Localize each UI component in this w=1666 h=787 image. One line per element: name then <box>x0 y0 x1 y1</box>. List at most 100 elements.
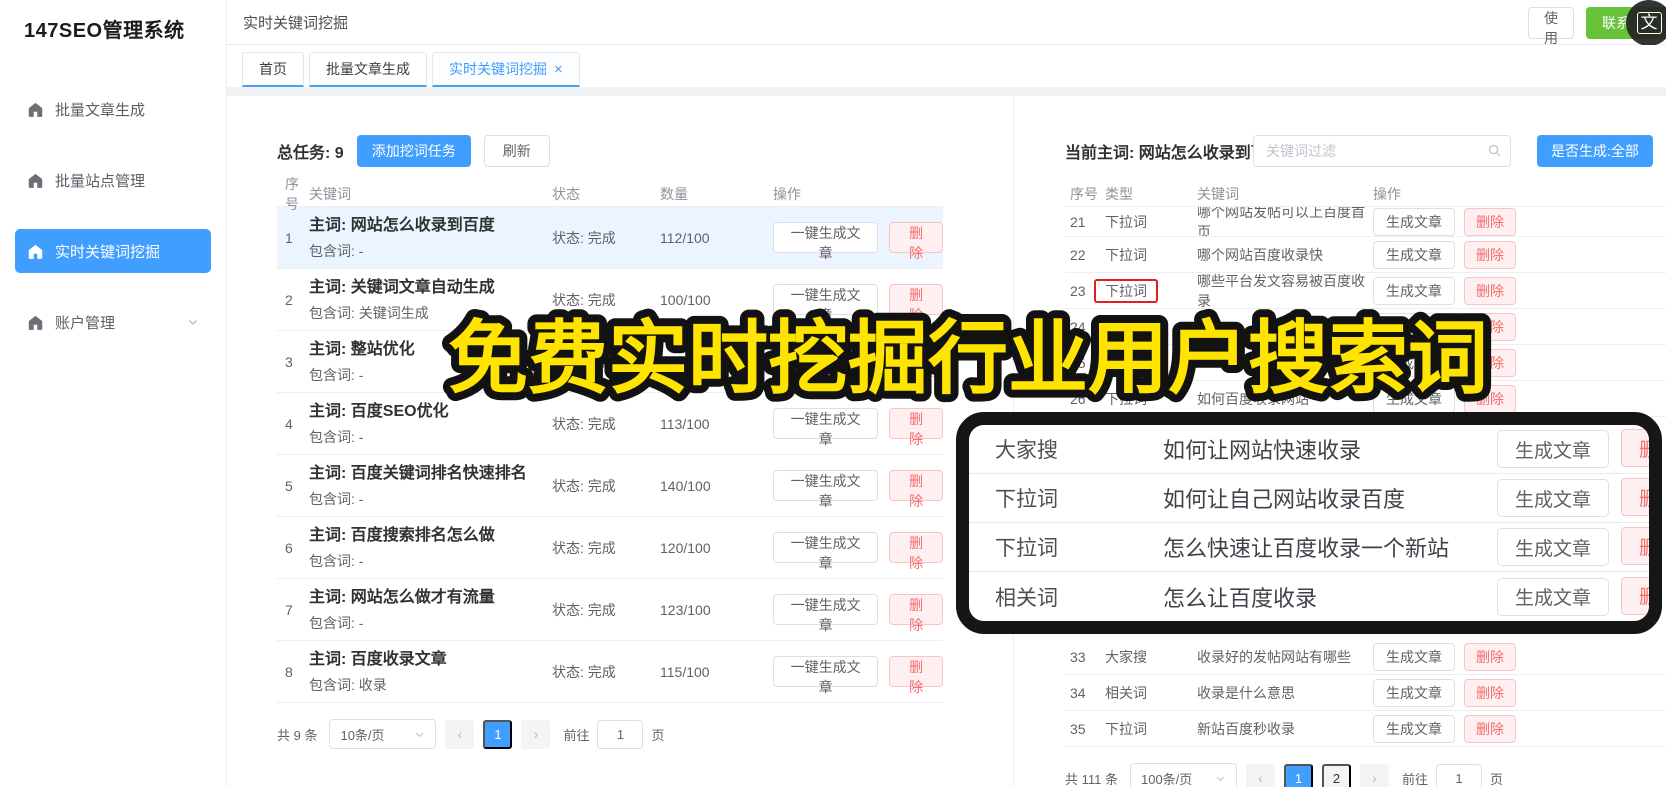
delete-button[interactable]: 删除 <box>1464 678 1516 707</box>
keyword-row[interactable]: 23 下拉词 哪些平台发文容易被百度收录 生成文章 删除 <box>1065 273 1666 309</box>
generate-article-button[interactable]: 生成文章 <box>1373 348 1455 377</box>
generate-article-button[interactable]: 一键生成文章 <box>773 656 879 695</box>
generate-article-button[interactable]: 生成文章 <box>1373 312 1455 341</box>
keyword-row[interactable]: 24 下拉词 生成文章 删除 <box>1065 309 1666 345</box>
generate-article-button[interactable]: 生成文章 <box>1373 714 1455 743</box>
clipped-delete-area: 删除 <box>1621 527 1649 567</box>
keyword-row[interactable]: 21 下拉词 哪个网站发帖可以上百度首页 生成文章 删除 <box>1065 207 1666 237</box>
generate-article-button[interactable]: 生成文章 <box>1496 479 1609 517</box>
delete-button[interactable]: 删除 <box>1464 207 1516 236</box>
add-task-button[interactable]: 添加挖词任务 <box>356 135 471 167</box>
delete-button[interactable]: 删除 <box>1464 312 1516 341</box>
generate-article-button[interactable]: 一键生成文章 <box>773 222 879 261</box>
keyword-filter-input[interactable] <box>1253 135 1511 167</box>
row-index: 22 <box>1070 246 1086 263</box>
keyword-row[interactable]: 35 下拉词 新站百度秒收录 生成文章 删除 <box>1065 711 1666 747</box>
tab-close-icon[interactable]: × <box>554 61 563 78</box>
type-cell: 下拉词 <box>995 488 1058 511</box>
delete-button[interactable]: 删除 <box>1464 276 1516 305</box>
delete-button[interactable]: 删除 <box>1621 576 1649 615</box>
delete-button[interactable]: 删除 <box>889 656 943 695</box>
task-row[interactable]: 3 主词: 整站优化 包含词: - 状态: 完成 一键生成文章 删除 <box>277 331 943 393</box>
keyword-row[interactable]: 25 大家搜 生成文章 删除 <box>1065 345 1666 381</box>
keyword-cell: 哪些平台发文容易被百度收录 <box>1197 272 1365 309</box>
delete-button[interactable]: 删除 <box>889 222 943 261</box>
delete-button[interactable]: 删除 <box>889 470 943 509</box>
page-button[interactable]: 2 <box>1321 763 1351 787</box>
translate-icon[interactable]: 文 <box>1626 0 1666 46</box>
delete-button[interactable]: 删除 <box>1621 527 1649 565</box>
generate-article-button[interactable]: 一键生成文章 <box>773 346 879 385</box>
page-button[interactable]: 1 <box>1283 763 1313 787</box>
delete-button[interactable]: 删除 <box>889 284 943 323</box>
tab[interactable]: 首页 <box>242 52 304 87</box>
row-index: 7 <box>285 601 293 618</box>
task-row[interactable]: 7 主词: 网站怎么做才有流量 包含词: - 状态: 完成 123/100 一键… <box>277 579 943 641</box>
generate-article-button[interactable]: 生成文章 <box>1373 642 1455 671</box>
sidebar-item[interactable]: 实时关键词挖掘 <box>15 229 211 273</box>
generate-article-button[interactable]: 一键生成文章 <box>773 594 879 633</box>
task-row[interactable]: 8 主词: 百度收录文章 包含词: 收录 状态: 完成 115/100 一键生成… <box>277 641 943 703</box>
delete-button[interactable]: 删除 <box>1621 478 1649 516</box>
delete-button[interactable]: 删除 <box>1464 642 1516 671</box>
tab[interactable]: 实时关键词挖掘 × <box>432 52 580 87</box>
keyword-row[interactable]: 34 相关词 收录是什么意思 生成文章 删除 <box>1065 675 1666 711</box>
next-page-button[interactable]: › <box>1359 763 1389 787</box>
generate-article-button[interactable]: 生成文章 <box>1373 240 1455 269</box>
keyword-row[interactable]: 33 大家搜 收录好的发帖网站有哪些 生成文章 删除 <box>1065 639 1666 675</box>
task-row[interactable]: 5 主词: 百度关键词排名快速排名 包含词: - 状态: 完成 140/100 … <box>277 455 943 517</box>
keyword-row[interactable]: 22 下拉词 哪个网站百度收录快 生成文章 删除 <box>1065 237 1666 273</box>
prev-page-button[interactable]: ‹ <box>1245 763 1275 787</box>
generate-article-button[interactable]: 一键生成文章 <box>773 284 879 323</box>
include-keyword: 包含词: - <box>309 491 364 508</box>
sidebar-item[interactable]: 批量站点管理 <box>15 158 211 202</box>
goto-page-input[interactable] <box>1436 763 1482 787</box>
include-keyword: 包含词: - <box>309 615 364 632</box>
row-index: 25 <box>1070 354 1086 371</box>
generate-article-button[interactable]: 一键生成文章 <box>773 408 879 447</box>
generate-article-button[interactable]: 生成文章 <box>1496 430 1609 468</box>
generate-article-button[interactable]: 生成文章 <box>1373 384 1455 413</box>
delete-button[interactable]: 删除 <box>1464 384 1516 413</box>
delete-button[interactable]: 删除 <box>1621 429 1649 467</box>
task-row[interactable]: 1 主词: 网站怎么收录到百度 包含词: - 状态: 完成 112/100 一键… <box>277 207 943 269</box>
sidebar-item[interactable]: 账户管理 <box>15 300 211 344</box>
generate-article-button[interactable]: 一键生成文章 <box>773 532 879 571</box>
generate-article-button[interactable]: 生成文章 <box>1373 207 1455 236</box>
delete-button[interactable]: 删除 <box>1464 714 1516 743</box>
delete-button[interactable]: 删除 <box>889 408 943 447</box>
task-row[interactable]: 6 主词: 百度搜索排名怎么做 包含词: - 状态: 完成 120/100 一键… <box>277 517 943 579</box>
task-row[interactable]: 2 主词: 关键词文章自动生成 包含词: 关键词生成 状态: 完成 100/10… <box>277 269 943 331</box>
generate-article-button[interactable]: 一键生成文章 <box>773 470 879 509</box>
keyword-cell: 主词: 百度关键词排名快速排名 包含词: - <box>309 462 552 510</box>
keyword-cell: 主词: 百度SEO优化 包含词: - <box>309 400 552 448</box>
generate-article-button[interactable]: 生成文章 <box>1373 678 1455 707</box>
type-cell: 相关词 <box>995 586 1058 610</box>
generate-all-button[interactable]: 是否生成:全部 <box>1537 135 1653 167</box>
generate-article-button[interactable]: 生成文章 <box>1496 577 1609 616</box>
page-size-select[interactable]: 10条/页 <box>329 719 437 749</box>
page-size-select[interactable]: 100条/页 <box>1129 763 1237 787</box>
page-button[interactable]: 1 <box>483 719 513 749</box>
delete-button[interactable]: 删除 <box>889 346 943 385</box>
refresh-button[interactable]: 刷新 <box>483 135 550 167</box>
delete-button[interactable]: 删除 <box>889 532 943 571</box>
tab[interactable]: 批量文章生成 <box>309 52 427 87</box>
status-cell: 状态: 完成 <box>552 477 616 494</box>
row-index: 1 <box>285 229 293 246</box>
next-page-button[interactable]: › <box>521 719 551 749</box>
task-row[interactable]: 4 主词: 百度SEO优化 包含词: - 状态: 完成 113/100 一键生成… <box>277 393 943 455</box>
tutorial-button[interactable]: 使用教程 <box>1528 7 1574 86</box>
generate-article-button[interactable]: 生成文章 <box>1496 528 1609 566</box>
actions-cell: 一键生成文章 删除 <box>773 222 943 261</box>
delete-button[interactable]: 删除 <box>1464 348 1516 377</box>
delete-button[interactable]: 删除 <box>1464 240 1516 269</box>
keyword-pagination: 共 111 条 100条/页 ‹ 12 › 前往 页 <box>1065 763 1666 787</box>
col-type: 类型 <box>1105 185 1133 202</box>
prev-page-button[interactable]: ‹ <box>445 719 475 749</box>
goto-page-input[interactable] <box>597 719 644 749</box>
generate-article-button[interactable]: 生成文章 <box>1373 276 1455 305</box>
brand-title: 147SEO管理系统 <box>24 20 185 42</box>
sidebar-item[interactable]: 批量文章生成 <box>15 87 211 131</box>
delete-button[interactable]: 删除 <box>889 594 943 633</box>
